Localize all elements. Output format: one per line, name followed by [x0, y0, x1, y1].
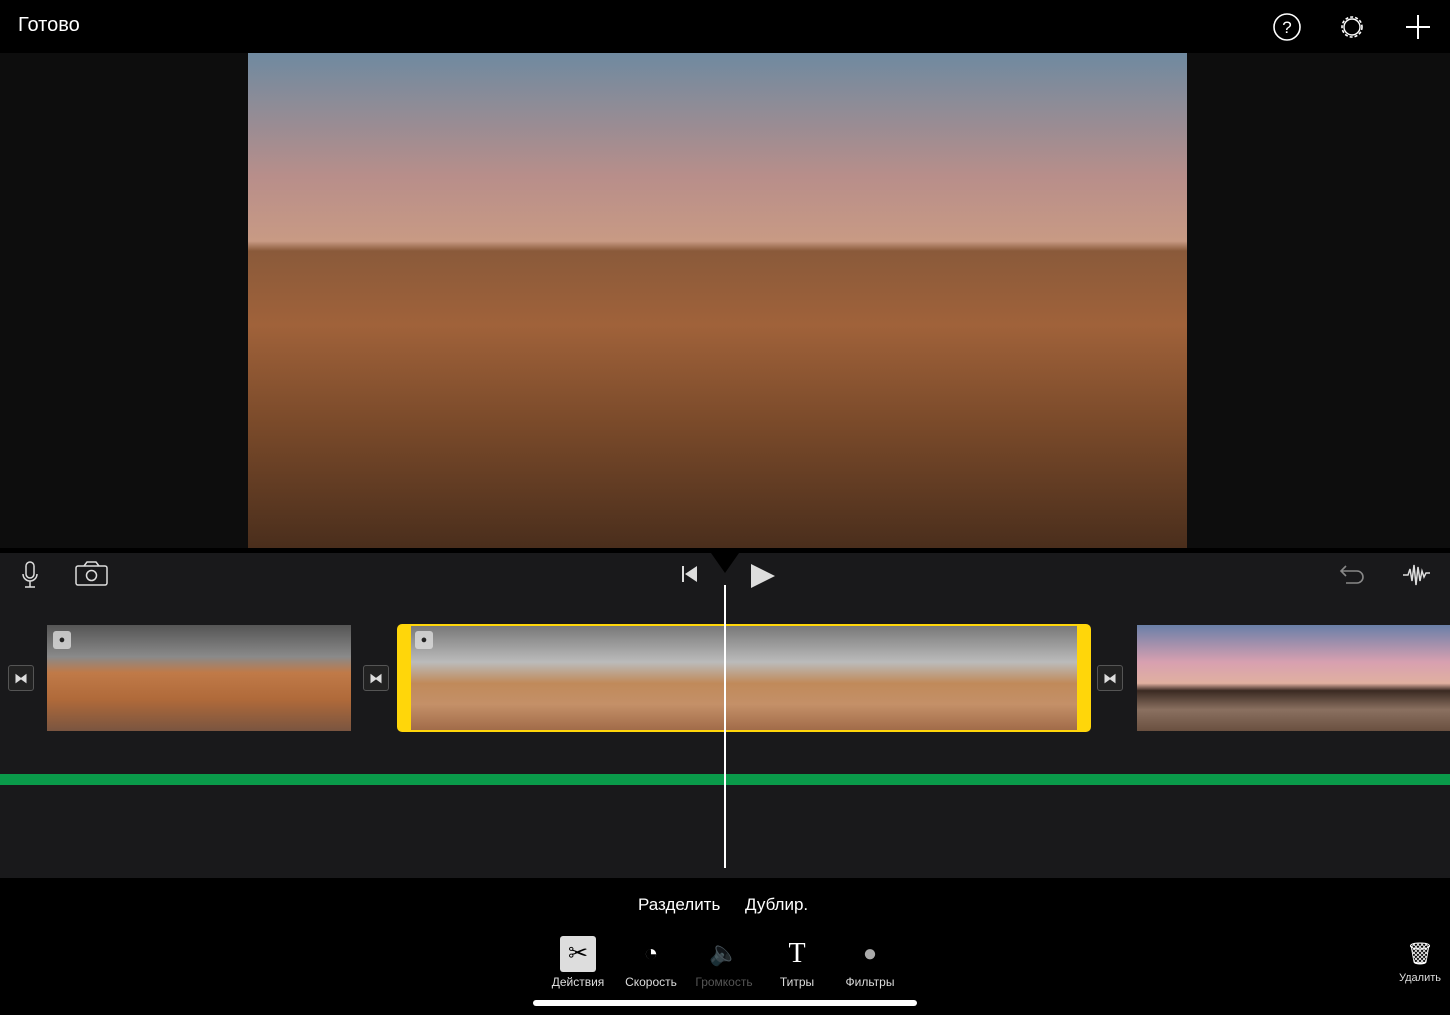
- delete-label: Удалить: [1399, 972, 1441, 984]
- tool-label: Скорость: [625, 975, 677, 989]
- tool-label: Громкость: [695, 975, 753, 989]
- settings-icon[interactable]: [1337, 12, 1367, 42]
- audio-waveform-icon[interactable]: [1402, 562, 1434, 588]
- titles-icon: T: [788, 938, 806, 969]
- clip-filter-badge: ●: [415, 631, 433, 649]
- home-indicator: [533, 1000, 917, 1006]
- playhead-marker: [711, 553, 739, 573]
- undo-icon[interactable]: [1338, 562, 1366, 586]
- tool-actions[interactable]: ✂ Действия: [543, 936, 613, 989]
- top-bar: Готово ?: [0, 0, 1450, 53]
- done-button[interactable]: Готово: [18, 14, 80, 37]
- camera-icon[interactable]: [75, 561, 108, 587]
- filters-icon: ●: [862, 940, 878, 967]
- transition-button[interactable]: ⧓: [8, 665, 34, 691]
- skip-to-start-icon[interactable]: [680, 565, 700, 583]
- tool-titles[interactable]: T Титры: [762, 936, 832, 989]
- speaker-icon: 🔈: [709, 940, 739, 967]
- clip-filter-badge: ●: [53, 631, 71, 649]
- transition-button[interactable]: ⧓: [363, 665, 389, 691]
- speedometer-icon: ◔: [643, 940, 659, 967]
- tool-label: Титры: [779, 975, 815, 989]
- tool-label: Фильтры: [845, 975, 895, 989]
- video-preview[interactable]: [248, 53, 1187, 548]
- microphone-icon[interactable]: [20, 560, 40, 590]
- split-button[interactable]: Разделить: [638, 895, 720, 915]
- help-icon[interactable]: ?: [1272, 12, 1302, 42]
- video-clip[interactable]: [1137, 625, 1450, 731]
- video-clip[interactable]: ●: [47, 625, 351, 731]
- tool-filters[interactable]: ● Фильтры: [835, 936, 905, 989]
- trash-icon: 🗑: [1406, 941, 1434, 966]
- scissors-icon: ✂: [560, 936, 596, 972]
- svg-text:?: ?: [1282, 18, 1291, 37]
- delete-button[interactable]: 🗑 Удалить: [1385, 936, 1450, 984]
- selected-video-clip[interactable]: ●: [411, 625, 1077, 731]
- tool-volume: 🔈 Громкость: [689, 936, 759, 989]
- play-icon[interactable]: [750, 563, 776, 589]
- duplicate-button[interactable]: Дублир.: [745, 895, 808, 915]
- tool-label: Действия: [551, 975, 605, 989]
- playhead[interactable]: [724, 585, 726, 868]
- tool-speed[interactable]: ◔ Скорость: [616, 936, 686, 989]
- transition-button[interactable]: ⧓: [1097, 665, 1123, 691]
- add-icon[interactable]: [1403, 12, 1433, 42]
